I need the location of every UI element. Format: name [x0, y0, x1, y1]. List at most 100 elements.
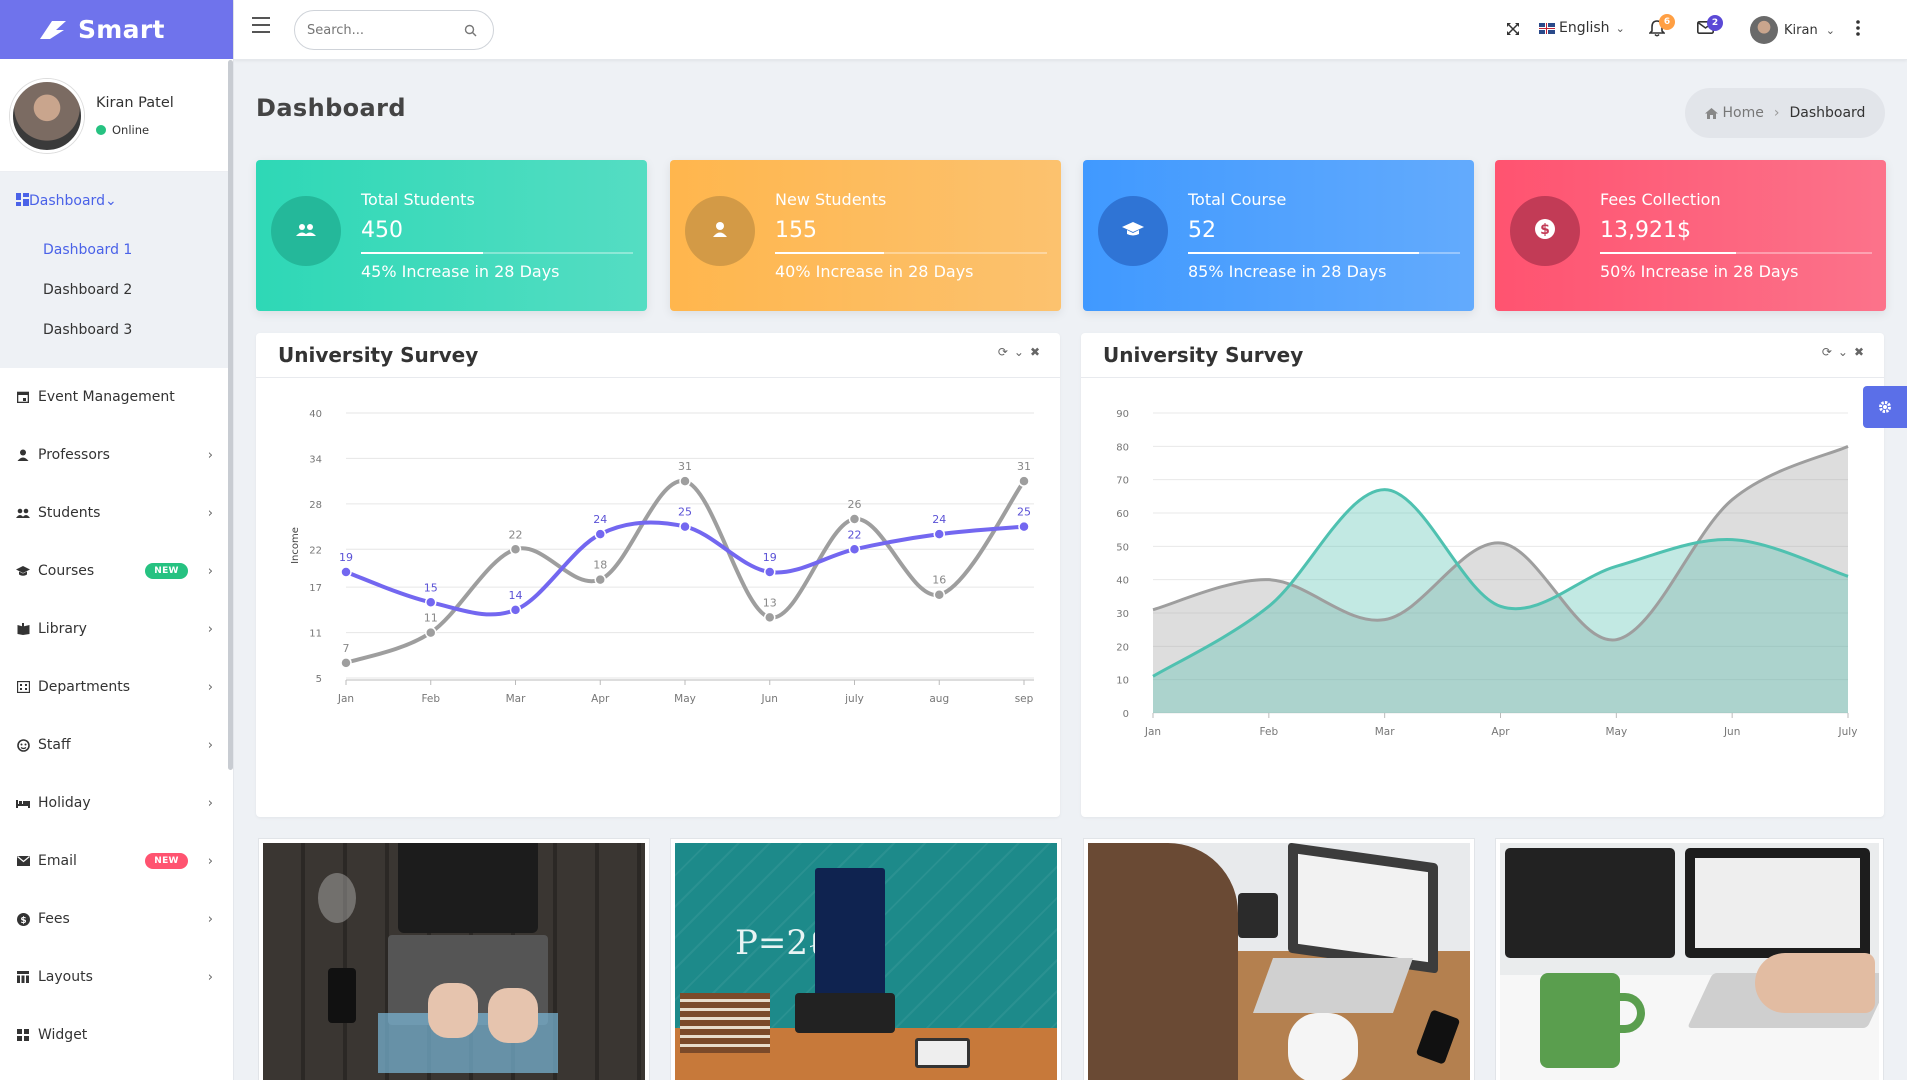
x-tick-label: Feb — [1260, 726, 1279, 738]
y-tick-label: 30 — [1116, 609, 1129, 620]
y-axis-label: Income — [290, 527, 301, 564]
y-tick-label: 28 — [309, 500, 322, 511]
stat-title: New Students — [775, 190, 887, 209]
sidebar-item-departments[interactable]: Departments › — [0, 658, 233, 716]
breadcrumb-separator-icon: › — [1773, 105, 1780, 121]
y-tick-label: 70 — [1116, 476, 1129, 487]
messages-button[interactable]: 2 — [1697, 15, 1723, 34]
sidebar-item-students[interactable]: Students › — [0, 484, 233, 542]
data-label: 31 — [1017, 460, 1031, 473]
sidebar-dashboard-toggle[interactable]: Dashboard ⌄ — [0, 172, 233, 230]
sidebar-item-library[interactable]: Library › — [0, 600, 233, 658]
more-options-icon[interactable] — [1856, 20, 1860, 36]
sidebar-subitem-dashboard-1[interactable]: Dashboard 1 — [0, 230, 233, 270]
breadcrumb-home-label: Home — [1722, 105, 1764, 121]
data-label: 25 — [678, 506, 692, 519]
sidebar-subitem-dashboard-3[interactable]: Dashboard 3 — [0, 310, 233, 350]
building-icon — [16, 680, 30, 694]
breadcrumb-home-link[interactable]: Home — [1704, 105, 1764, 121]
search-input[interactable] — [295, 11, 455, 49]
refresh-icon[interactable]: ⟳ — [998, 345, 1008, 359]
stat-title: Total Students — [361, 190, 475, 209]
sidebar-item-label: Holiday — [38, 795, 91, 811]
data-label: 14 — [509, 589, 523, 602]
x-tick-label: Jan — [1144, 726, 1161, 738]
brand-name: Smart — [78, 15, 165, 44]
sidebar-item-courses[interactable]: Courses NEW › — [0, 542, 233, 600]
chevron-right-icon: › — [207, 795, 213, 811]
photo-card[interactable] — [258, 838, 650, 1080]
data-label: 19 — [763, 551, 777, 564]
sidebar-subitem-dashboard-2[interactable]: Dashboard 2 — [0, 270, 233, 310]
data-point — [764, 611, 776, 624]
sidebar-item-staff[interactable]: Staff › — [0, 716, 233, 774]
y-tick-label: 0 — [1123, 709, 1129, 720]
chevron-right-icon: › — [207, 563, 213, 579]
stat-value: 155 — [775, 218, 817, 243]
sidebar-item-label: Professors — [38, 447, 110, 463]
brand-logo[interactable]: Smart — [0, 0, 233, 59]
stat-card-total-students[interactable]: Total Students 450 45% Increase in 28 Days — [256, 160, 647, 311]
breadcrumb-current: Dashboard — [1789, 105, 1866, 121]
photo-card[interactable] — [1083, 838, 1475, 1080]
data-label: 24 — [932, 513, 946, 526]
chalkboard-reading-photo: P=2ℓ+ — [675, 843, 1057, 1080]
refresh-icon[interactable]: ⟳ — [1822, 345, 1832, 359]
sidebar-item-holiday[interactable]: Holiday › — [0, 774, 233, 832]
stat-value: 13,921$ — [1600, 218, 1691, 243]
survey-chart-card-left: University Survey ⟳ ⌄ ✖ 5 11 17 22 28 34 40 Jan… — [256, 333, 1060, 817]
card-title: University Survey — [1103, 343, 1304, 367]
data-label: 25 — [1017, 506, 1031, 519]
user-status: Online — [96, 123, 174, 137]
hamburger-menu-icon[interactable] — [252, 17, 270, 33]
settings-gear-button[interactable] — [1863, 386, 1907, 428]
sidebar-item-label: Students — [38, 505, 101, 521]
chevron-down-icon[interactable]: ⌄ — [1838, 345, 1848, 359]
chevron-down-icon[interactable]: ⌄ — [1014, 345, 1024, 359]
sidebar-item-professors[interactable]: Professors › — [0, 426, 233, 484]
sidebar-item-event-management[interactable]: Event Management — [0, 368, 233, 426]
user-icon — [712, 221, 728, 241]
sidebar-scrollbar[interactable] — [228, 60, 233, 770]
x-tick-label: sep — [1015, 693, 1034, 705]
language-selector[interactable]: English ⌄ — [1539, 20, 1625, 36]
stat-card-new-students[interactable]: New Students 155 40% Increase in 28 Days — [670, 160, 1061, 311]
search-icon[interactable] — [464, 24, 477, 37]
stat-card-fees-collection[interactable]: $ Fees Collection 13,921$ 50% Increase in 2… — [1495, 160, 1886, 311]
user-menu[interactable]: Kiran ⌄ — [1750, 16, 1835, 44]
close-icon[interactable]: ✖ — [1030, 345, 1040, 359]
book-icon — [16, 622, 30, 636]
stat-card-total-course[interactable]: Total Course 52 85% Increase in 28 Days — [1083, 160, 1474, 311]
x-tick-label: May — [1605, 726, 1627, 738]
sidebar-item-fees[interactable]: $ Fees › — [0, 890, 233, 948]
avatar — [1750, 16, 1778, 44]
card-tools: ⟳ ⌄ ✖ — [1822, 345, 1864, 359]
layouts-icon — [16, 970, 30, 984]
stat-value: 450 — [361, 218, 403, 243]
data-label: 26 — [848, 498, 862, 511]
sidebar-item-layouts[interactable]: Layouts › — [0, 948, 233, 1006]
laptop-desk-photo — [263, 843, 645, 1080]
data-point — [679, 520, 691, 533]
stat-progress-bar — [361, 252, 633, 254]
sidebar-item-email[interactable]: Email NEW › — [0, 832, 233, 890]
fullscreen-icon[interactable] — [1506, 22, 1520, 36]
dashboard-submenu: Dashboard 1 Dashboard 2 Dashboard 3 — [0, 230, 233, 368]
close-icon[interactable]: ✖ — [1854, 345, 1864, 359]
y-tick-label: 22 — [309, 545, 322, 556]
svg-text:$: $ — [1540, 222, 1550, 238]
chevron-down-icon: ⌄ — [1615, 21, 1625, 35]
photo-card[interactable]: P=2ℓ+ — [670, 838, 1062, 1080]
line-chart: 5 11 17 22 28 34 40 Jan Feb Mar Apr May Jun july aug se… — [290, 409, 1034, 705]
y-tick-label: 60 — [1116, 509, 1129, 520]
data-point — [848, 543, 861, 556]
data-point — [848, 513, 861, 525]
card-header: University Survey ⟳ ⌄ ✖ — [256, 333, 1060, 378]
sidebar-item-widget[interactable]: Widget — [0, 1006, 233, 1064]
notifications-button[interactable]: 6 — [1649, 14, 1675, 37]
y-tick-label: 40 — [309, 409, 322, 420]
photo-card[interactable] — [1495, 838, 1884, 1080]
y-tick-label: 11 — [309, 629, 322, 640]
chevron-right-icon: › — [207, 505, 213, 521]
data-point — [340, 566, 352, 578]
